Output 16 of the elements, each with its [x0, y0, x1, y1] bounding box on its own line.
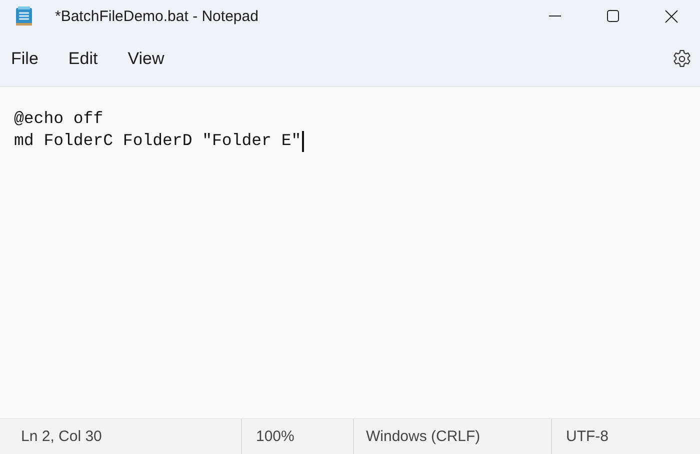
maximize-icon: [607, 10, 619, 22]
notepad-icon: [15, 6, 33, 26]
menu-item[interactable]: View: [118, 45, 174, 73]
settings-icon: [672, 49, 692, 69]
code-line: @echo off: [14, 108, 104, 130]
window-title: *BatchFileDemo.bat - Notepad: [55, 8, 258, 24]
status-text: 100%: [256, 428, 294, 445]
status-text: Windows (CRLF): [366, 428, 480, 445]
minimize-icon: [549, 15, 561, 17]
status-text: UTF-8: [566, 428, 608, 445]
close-icon: [664, 10, 678, 22]
menu-item[interactable]: File: [2, 45, 48, 73]
menu-item[interactable]: Edit: [59, 45, 107, 73]
status-text: Ln 2, Col 30: [21, 428, 102, 445]
code-line: md FolderC FolderD "Folder E": [14, 130, 302, 152]
text-cursor: [302, 130, 304, 152]
